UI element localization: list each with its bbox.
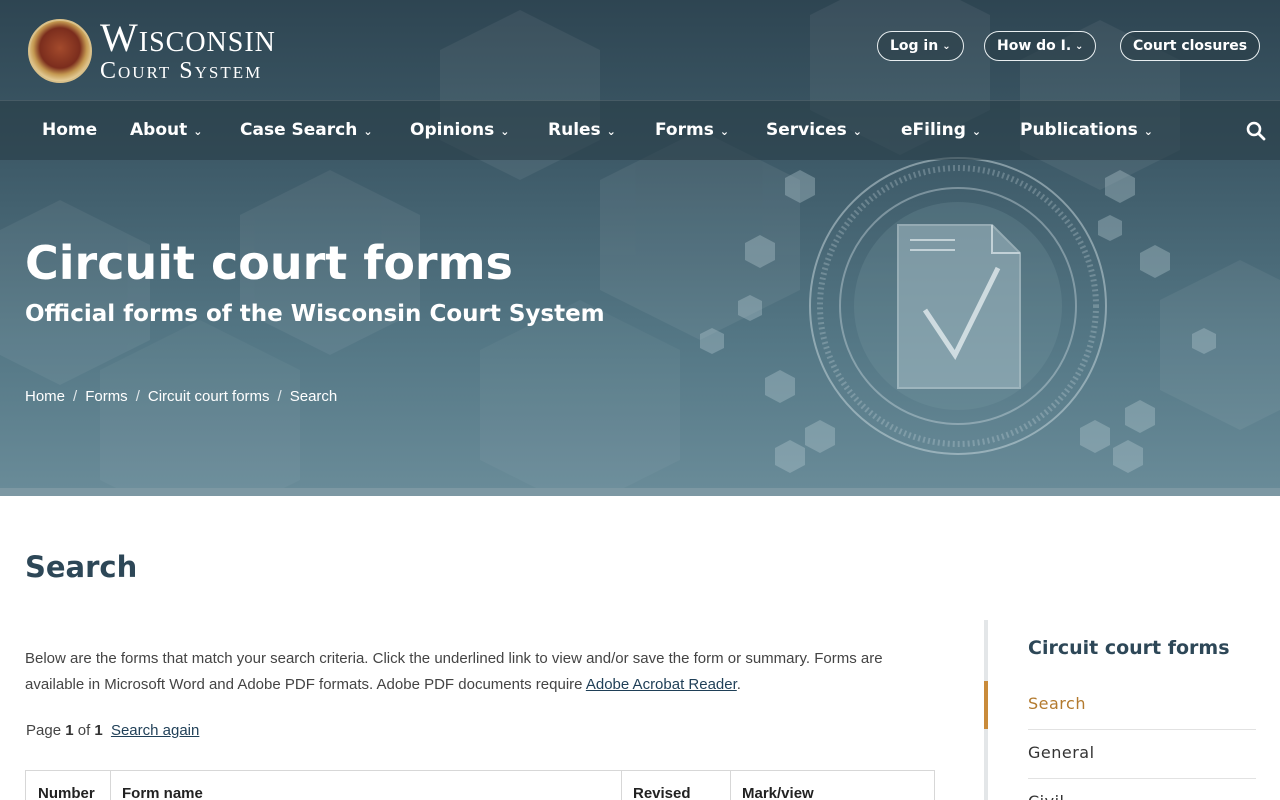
forms-emblem <box>809 157 1107 455</box>
sidebar-divider <box>1028 729 1256 730</box>
search-icon[interactable] <box>1246 121 1266 141</box>
nav-label: Home <box>42 120 98 140</box>
hero-banner: Wisconsin Court System Log in ⌄ How do I… <box>0 0 1280 496</box>
breadcrumb-circuit-court-forms[interactable]: Circuit court forms <box>148 388 270 405</box>
sidebar-title[interactable]: Circuit court forms <box>1028 637 1230 659</box>
sidebar-active-indicator <box>984 681 988 729</box>
pager-prefix: Page <box>26 722 62 739</box>
results-table: Number Form name Revised Mark/view <box>25 770 935 800</box>
breadcrumb-separator: / <box>73 388 78 405</box>
chevron-down-icon: ⌄ <box>1143 125 1154 138</box>
sidebar-item-civil[interactable]: Civil <box>1028 792 1064 800</box>
intro-body: Below are the forms that match your sear… <box>25 650 883 693</box>
sidebar-item-search[interactable]: Search <box>1028 694 1086 713</box>
nav-label: Publications <box>1020 120 1138 140</box>
column-header-mark-view: Mark/view <box>742 785 814 800</box>
chevron-down-icon: ⌄ <box>606 125 616 138</box>
pager-of: of <box>77 722 91 739</box>
nav-item-efiling[interactable]: eFiling ⌄ <box>901 120 981 140</box>
logo-subtitle: Court System <box>100 58 263 84</box>
chevron-down-icon: ⌄ <box>363 125 373 138</box>
chevron-down-icon: ⌄ <box>852 125 863 138</box>
court-seal-icon <box>28 18 92 83</box>
nav-item-opinions[interactable]: Opinions ⌄ <box>410 120 510 140</box>
section-heading: Search <box>25 550 138 584</box>
chevron-down-icon: ⌄ <box>193 125 203 138</box>
nav-item-home[interactable]: Home <box>42 120 97 140</box>
breadcrumb-separator: / <box>277 388 282 405</box>
breadcrumb-forms[interactable]: Forms <box>85 388 128 405</box>
nav-label: Rules <box>548 120 601 140</box>
sidebar-divider <box>1028 778 1256 779</box>
chevron-down-icon: ⌄ <box>971 125 982 138</box>
nav-item-publications[interactable]: Publications ⌄ <box>1020 120 1153 140</box>
login-label: Log in <box>890 38 939 54</box>
nav-label: About <box>130 120 188 140</box>
login-button[interactable]: Log in ⌄ <box>877 31 964 61</box>
chevron-down-icon: ⌄ <box>1075 40 1084 52</box>
nav-label: eFiling <box>901 120 966 140</box>
search-again-link[interactable]: Search again <box>111 722 199 739</box>
how-do-i-button[interactable]: How do I... ⌄ <box>984 31 1097 61</box>
nav-label: Forms <box>655 120 714 140</box>
intro-end: . <box>736 676 741 693</box>
chevron-down-icon: ⌄ <box>500 125 510 138</box>
pager-current: 1 <box>65 722 74 739</box>
hero-divider <box>0 488 1280 496</box>
chevron-down-icon: ⌄ <box>942 40 951 52</box>
nav-item-forms[interactable]: Forms ⌄ <box>655 120 729 140</box>
nav-item-services[interactable]: Services ⌄ <box>766 120 862 140</box>
page-subtitle: Official forms of the Wisconsin Court Sy… <box>25 301 605 327</box>
nav-item-rules[interactable]: Rules ⌄ <box>548 120 616 140</box>
column-divider <box>621 771 622 800</box>
adobe-reader-link[interactable]: Adobe Acrobat Reader <box>586 676 737 693</box>
sidebar-item-general[interactable]: General <box>1028 743 1095 762</box>
logo-title: Wisconsin <box>100 15 276 60</box>
page-title: Circuit court forms <box>25 236 513 290</box>
column-header-form-name[interactable]: Form name <box>122 785 203 800</box>
pager-total: 1 <box>94 722 103 739</box>
chevron-down-icon: ⌄ <box>719 125 730 138</box>
column-header-revised[interactable]: Revised <box>633 785 691 800</box>
breadcrumb: Home / Forms / Circuit court forms / Sea… <box>25 388 337 405</box>
court-closures-button[interactable]: Court closures <box>1120 31 1261 61</box>
nav-label: Opinions <box>410 120 495 140</box>
nav-item-case-search[interactable]: Case Search ⌄ <box>240 120 373 140</box>
nav-item-about[interactable]: About ⌄ <box>130 120 202 140</box>
site-logo[interactable]: Wisconsin Court System <box>28 18 276 83</box>
nav-label: Services <box>766 120 847 140</box>
column-header-number[interactable]: Number <box>38 785 95 800</box>
breadcrumb-separator: / <box>135 388 140 405</box>
breadcrumb-current: Search <box>289 388 338 405</box>
intro-text: Below are the forms that match your sear… <box>25 646 925 698</box>
column-divider <box>730 771 731 800</box>
column-divider <box>110 771 111 800</box>
court-closures-label: Court closures <box>1133 38 1248 54</box>
how-do-i-label: How do I... <box>997 38 1071 54</box>
breadcrumb-home[interactable]: Home <box>25 388 65 405</box>
top-bar: Wisconsin Court System Log in ⌄ How do I… <box>0 0 1280 100</box>
nav-label: Case Search <box>240 120 358 140</box>
pagination: Page 1 of 1 Search again <box>26 722 199 739</box>
